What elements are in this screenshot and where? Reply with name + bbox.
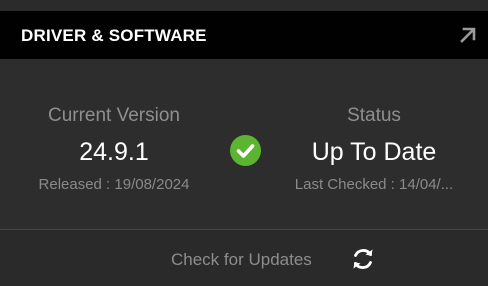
section-title: DRIVER & SOFTWARE [21,26,207,45]
status-label: Status [347,105,401,126]
version-panel: Current Version 24.9.1 Released : 19/08/… [0,59,488,229]
check-for-updates-label: Check for Updates [171,250,312,269]
current-version-value: 24.9.1 [79,138,149,166]
current-version-label: Current Version [47,105,180,126]
arrow-up-right-icon[interactable] [458,25,478,45]
released-date: Released : 19/08/2024 [38,176,190,193]
status-value: Up To Date [311,138,437,166]
check-for-updates-button[interactable]: Check for Updates [160,240,390,278]
last-checked-date: Last Checked : 14/04/... [294,176,454,193]
check-circle-icon [230,135,261,166]
top-strip [0,0,488,11]
refresh-icon [353,249,373,269]
section-header: DRIVER & SOFTWARE [0,11,488,59]
footer: Check for Updates [0,230,488,286]
